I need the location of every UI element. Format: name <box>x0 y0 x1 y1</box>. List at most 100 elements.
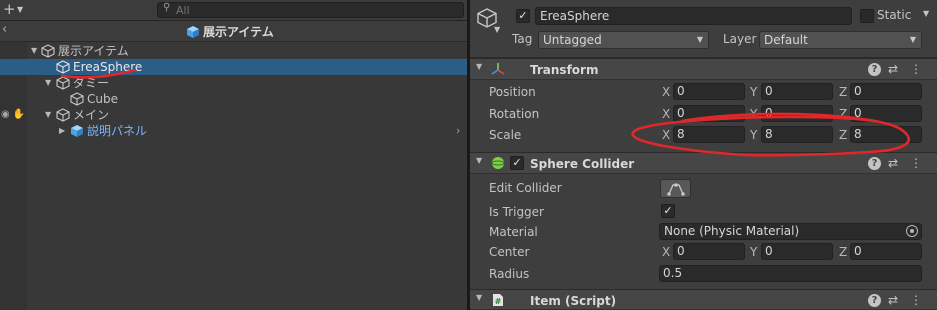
layer-label: Layer <box>723 32 757 46</box>
tree-row[interactable]: ▶ 説明パネル › <box>0 123 467 139</box>
kebab-menu-icon[interactable]: ⋮ <box>910 62 922 76</box>
static-dropdown-caret-icon[interactable]: ▼ <box>923 9 929 18</box>
prefab-title-label: 展示アイテム <box>203 25 274 39</box>
material-value: None (Physic Material) <box>664 224 800 238</box>
center-label: Center <box>489 245 530 259</box>
rotation-y-field[interactable]: 0 <box>761 105 833 122</box>
foldout-arrow-icon[interactable]: ▼ <box>476 62 482 71</box>
tree-row[interactable]: Cube <box>0 91 467 107</box>
chevron-left-icon[interactable]: ‹ <box>2 22 7 37</box>
chevron-down-icon: ▼ <box>696 35 703 44</box>
expand-arrow-icon[interactable]: ▼ <box>45 75 51 91</box>
prefab-cube-icon <box>187 25 199 38</box>
rotation-z-field[interactable]: 0 <box>850 105 922 122</box>
prefab-title: 展示アイテム <box>186 23 274 40</box>
position-x-field[interactable]: 0 <box>673 83 745 100</box>
center-x-field[interactable]: 0 <box>673 243 745 260</box>
icon-picker-caret-icon[interactable]: ▼ <box>494 25 500 34</box>
gameobject-cube-icon <box>70 92 84 106</box>
open-prefab-chevron-icon[interactable]: › <box>456 123 460 139</box>
axis-x-label[interactable]: X <box>662 85 670 99</box>
help-icon[interactable]: ? <box>868 157 881 170</box>
tree-row[interactable]: ◉ ✋ ▼ メイン <box>0 107 467 123</box>
expand-arrow-icon[interactable]: ▼ <box>45 107 51 123</box>
is-trigger-checkbox[interactable]: ✓ <box>661 204 675 218</box>
object-picker-icon[interactable] <box>906 225 918 237</box>
hierarchy-search[interactable]: ⚲ <box>157 2 464 18</box>
collapsed-arrow-icon[interactable]: ▶ <box>59 123 65 139</box>
axis-z-label[interactable]: Z <box>839 245 847 259</box>
plus-icon: + <box>3 0 16 18</box>
hierarchy-panel: +▼ ⚲ ‹ 展示アイテム ▼ 展示アイテム EreaSphere <box>0 0 467 310</box>
static-checkbox[interactable] <box>860 9 874 23</box>
transform-title: Transform <box>530 63 599 77</box>
tree-row[interactable]: ▼ 展示アイテム <box>0 43 467 59</box>
item-script-header[interactable]: ▼ # Item (Script) ? ⇄ ⋮ <box>470 289 937 310</box>
axis-z-label[interactable]: Z <box>839 85 847 99</box>
center-y-field[interactable]: 0 <box>761 243 833 260</box>
tag-label: Tag <box>512 32 533 46</box>
add-object-button[interactable]: + ▼ <box>3 1 29 19</box>
gameobject-cube-icon <box>41 44 55 58</box>
kebab-menu-icon[interactable]: ⋮ <box>910 156 922 170</box>
scale-label: Scale <box>489 128 522 142</box>
edit-collider-button[interactable] <box>660 179 691 198</box>
scale-x-field[interactable]: 8 <box>673 126 745 143</box>
presets-icon[interactable]: ⇄ <box>888 156 898 170</box>
object-name-field[interactable]: EreaSphere <box>535 7 852 25</box>
tag-value: Untagged <box>543 33 602 47</box>
chevron-down-icon: ▼ <box>909 35 916 44</box>
tree-row-label: 展示アイテム <box>58 44 129 58</box>
layer-dropdown[interactable]: Default ▼ <box>759 31 922 49</box>
radius-field[interactable]: 0.5 <box>659 265 922 282</box>
axis-x-label[interactable]: X <box>662 128 670 142</box>
presets-icon[interactable]: ⇄ <box>888 62 898 76</box>
foldout-arrow-icon[interactable]: ▼ <box>476 156 482 165</box>
tree-row[interactable]: ▼ ダミー <box>0 75 467 91</box>
gameobject-cube-icon <box>56 60 70 74</box>
transform-header[interactable]: ▼ Transform ? ⇄ ⋮ <box>470 58 937 80</box>
tree-row-label: メイン <box>73 108 110 122</box>
visibility-eye-icon[interactable]: ◉ ✋ <box>1 107 25 123</box>
expand-arrow-icon[interactable]: ▼ <box>31 43 37 59</box>
script-file-icon: # <box>493 294 503 306</box>
tree-row-label: EreaSphere <box>73 60 143 74</box>
center-z-field[interactable]: 0 <box>850 243 922 260</box>
prefab-mode-header: ‹ 展示アイテム <box>0 21 467 42</box>
axis-y-label[interactable]: Y <box>750 85 757 99</box>
search-input[interactable] <box>176 4 456 17</box>
position-y-field[interactable]: 0 <box>761 83 833 100</box>
inspector-panel: ▼ ✓ EreaSphere Static ▼ Tag Untagged ▼ L… <box>470 0 937 310</box>
sphere-collider-header[interactable]: ▼ ✓ Sphere Collider ? ⇄ ⋮ <box>470 152 937 174</box>
tree-row-label: Cube <box>87 92 118 106</box>
svg-text:#: # <box>495 297 502 306</box>
tag-dropdown[interactable]: Untagged ▼ <box>538 31 709 49</box>
collider-enabled-checkbox[interactable]: ✓ <box>510 156 524 170</box>
axis-y-label[interactable]: Y <box>750 245 757 259</box>
tree-row-label: 説明パネル <box>87 124 148 138</box>
kebab-menu-icon[interactable]: ⋮ <box>910 293 922 307</box>
foldout-arrow-icon[interactable]: ▼ <box>476 293 482 302</box>
gameobject-cube-icon <box>56 108 70 122</box>
axis-z-label[interactable]: Z <box>839 107 847 121</box>
scale-y-field[interactable]: 8 <box>761 126 833 143</box>
help-icon[interactable]: ? <box>868 294 881 307</box>
axis-x-label[interactable]: X <box>662 107 670 121</box>
scale-z-field[interactable]: 8 <box>850 126 922 143</box>
gameobject-cube-icon <box>56 76 70 90</box>
prefab-cube-icon <box>71 125 83 137</box>
help-icon[interactable]: ? <box>868 63 881 76</box>
position-z-field[interactable]: 0 <box>850 83 922 100</box>
rotation-x-field[interactable]: 0 <box>673 105 745 122</box>
active-checkbox[interactable]: ✓ <box>516 9 530 23</box>
tree-row-selected[interactable]: EreaSphere <box>0 59 467 75</box>
axis-x-label[interactable]: X <box>662 245 670 259</box>
axis-z-label[interactable]: Z <box>839 128 847 142</box>
presets-icon[interactable]: ⇄ <box>888 293 898 307</box>
axis-y-label[interactable]: Y <box>750 128 757 142</box>
axis-y-label[interactable]: Y <box>750 107 757 121</box>
material-field[interactable]: None (Physic Material) <box>659 223 922 240</box>
search-icon: ⚲ <box>163 2 171 13</box>
edit-bounds-icon <box>667 183 685 196</box>
transform-axes-icon <box>491 63 505 75</box>
